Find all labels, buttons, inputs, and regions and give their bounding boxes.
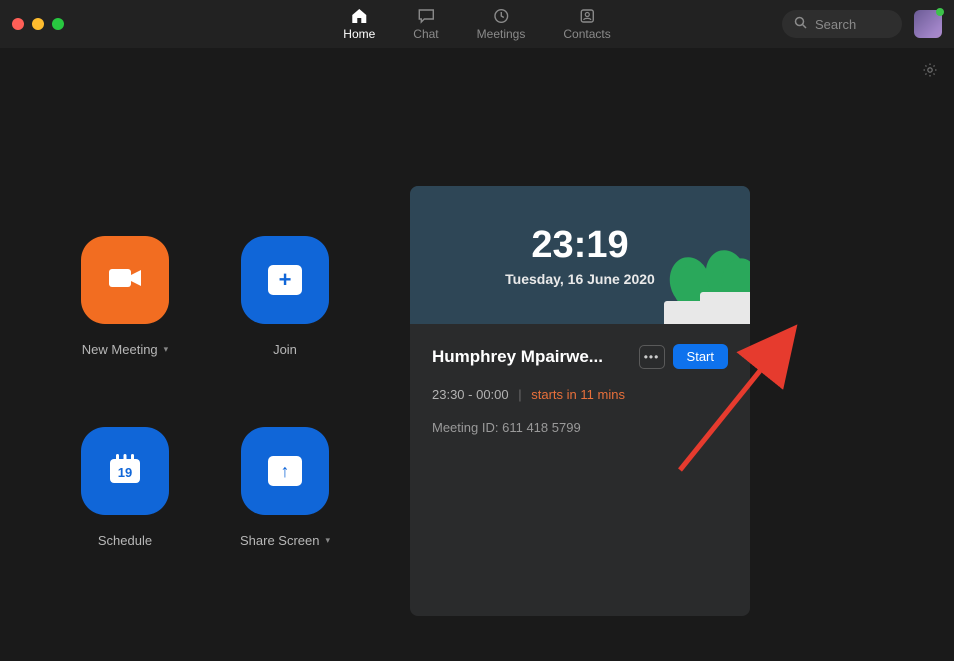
chevron-down-icon: ▾ (164, 344, 169, 355)
action-grid: New Meeting ▾ + Join 19 (50, 236, 360, 631)
tab-chat[interactable]: Chat (413, 7, 438, 41)
share-screen-action: ↑ Share Screen ▾ (210, 427, 360, 548)
meeting-time-row: 23:30 - 00:00 | starts in 11 mins (432, 387, 728, 402)
action-label: Schedule (98, 533, 152, 548)
new-meeting-action: New Meeting ▾ (50, 236, 200, 357)
meeting-id-label: Meeting ID: (432, 420, 498, 435)
settings-button[interactable] (922, 62, 938, 83)
clock-icon (491, 7, 511, 25)
tab-home[interactable]: Home (343, 7, 375, 41)
meeting-time-range: 23:30 - 00:00 (432, 387, 509, 402)
action-label: New Meeting (82, 342, 158, 357)
search-input[interactable]: Search (782, 10, 902, 38)
separator: | (518, 387, 521, 402)
new-meeting-button[interactable] (81, 236, 169, 324)
join-action: + Join (210, 236, 360, 357)
current-time: 23:19 (531, 224, 628, 267)
fullscreen-window-button[interactable] (52, 18, 64, 30)
close-window-button[interactable] (12, 18, 24, 30)
upcoming-card: 23:19 Tuesday, 16 June 2020 Humphrey Mpa… (410, 186, 750, 616)
window-controls (12, 18, 64, 30)
action-label: Share Screen (240, 533, 320, 548)
tab-label: Meetings (477, 27, 526, 41)
chat-icon (416, 7, 436, 25)
search-icon (794, 16, 807, 32)
plant-decoration (700, 244, 750, 324)
chevron-down-icon: ▾ (325, 535, 330, 546)
clock-hero: 23:19 Tuesday, 16 June 2020 (410, 186, 750, 324)
calendar-icon: 19 (106, 451, 144, 492)
video-icon (105, 263, 145, 298)
schedule-button[interactable]: 19 (81, 427, 169, 515)
minimize-window-button[interactable] (32, 18, 44, 30)
titlebar: Home Chat Meetings Contacts Search (0, 0, 954, 48)
gear-icon (922, 65, 938, 82)
tab-label: Home (343, 27, 375, 41)
main-content: New Meeting ▾ + Join 19 (0, 48, 954, 661)
share-screen-label-row[interactable]: Share Screen ▾ (240, 533, 330, 548)
action-label: Join (273, 342, 297, 357)
meeting-id-value: 611 418 5799 (502, 420, 581, 435)
new-meeting-label-row[interactable]: New Meeting ▾ (82, 342, 168, 357)
nav-tabs: Home Chat Meetings Contacts (343, 7, 610, 41)
meeting-id-row: Meeting ID: 611 418 5799 (432, 420, 728, 435)
plus-icon: + (268, 265, 302, 295)
arrow-up-icon: ↑ (268, 456, 302, 486)
meeting-countdown: starts in 11 mins (531, 387, 625, 402)
home-icon (349, 7, 369, 25)
tab-label: Chat (413, 27, 438, 41)
meeting-details: Humphrey Mpairwe... ••• Start 23:30 - 00… (410, 324, 750, 455)
contacts-icon (577, 7, 597, 25)
ellipsis-icon: ••• (644, 350, 660, 364)
search-placeholder: Search (815, 17, 856, 32)
start-button[interactable]: Start (673, 344, 728, 369)
tab-contacts[interactable]: Contacts (563, 7, 610, 41)
avatar[interactable] (914, 10, 942, 38)
meeting-more-button[interactable]: ••• (639, 345, 665, 369)
tab-meetings[interactable]: Meetings (477, 7, 526, 41)
tab-label: Contacts (563, 27, 610, 41)
share-screen-button[interactable]: ↑ (241, 427, 329, 515)
meeting-title: Humphrey Mpairwe... (432, 347, 631, 367)
join-button[interactable]: + (241, 236, 329, 324)
schedule-action: 19 Schedule (50, 427, 200, 548)
current-date: Tuesday, 16 June 2020 (505, 271, 655, 287)
svg-text:19: 19 (118, 465, 132, 480)
